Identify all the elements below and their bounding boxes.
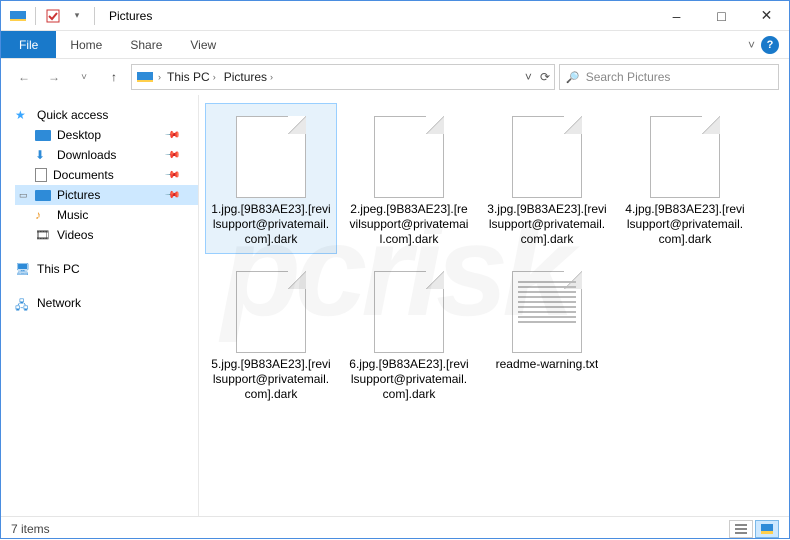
pin-icon: 📌 [163,147,180,164]
quick-access-header[interactable]: ★ Quick access [15,105,198,125]
crumb-sep-icon[interactable]: › [158,72,161,82]
view-details-button[interactable] [729,520,753,538]
file-name: 5.jpg.[9B83AE23].[revilsupport@privatema… [210,357,332,402]
separator [35,7,36,25]
address-bar[interactable]: › This PC › Pictures › ˅ ⟳ [131,64,555,90]
pin-icon: 📌 [163,167,180,184]
up-button[interactable]: ↑ [101,64,127,90]
search-placeholder: Search Pictures [586,70,671,84]
view-thumbnails-button[interactable] [755,520,779,538]
pin-icon: 📌 [163,187,180,204]
generic-file-icon [646,110,724,198]
titlebar: ▾ Pictures – □ ✕ [1,1,789,31]
maximize-button[interactable]: □ [699,1,744,31]
chevron-right-icon: › [213,72,216,82]
sidebar-item-network[interactable]: 🖧 Network [15,293,198,313]
window-title: Pictures [109,9,152,23]
tab-view[interactable]: View [176,31,230,58]
tab-home[interactable]: Home [56,31,116,58]
sidebar-item-label: This PC [37,262,80,276]
tab-share[interactable]: Share [116,31,176,58]
sidebar-item-downloads[interactable]: ⬇ Downloads 📌 [15,145,198,165]
content-pane[interactable]: 1.jpg.[9B83AE23].[revilsupport@privatema… [199,95,789,516]
sidebar-item-documents[interactable]: Documents 📌 [15,165,198,185]
status-bar: 7 items [1,516,789,540]
qat: ▾ Pictures [1,7,152,25]
pictures-icon [35,190,51,201]
sidebar-item-label: Music [57,208,88,222]
network-icon: 🖧 [15,296,31,310]
properties-icon[interactable] [44,7,62,25]
refresh-icon[interactable]: ⟳ [540,70,550,84]
generic-file-icon [232,110,310,198]
sidebar-item-label: Documents [53,168,114,182]
generic-file-icon [370,265,448,353]
pin-icon: 📌 [163,127,180,144]
generic-file-icon [370,110,448,198]
file-item[interactable]: 2.jpeg.[9B83AE23].[revilsupport@privatem… [343,103,475,254]
sidebar-item-label: Downloads [57,148,116,162]
crumb-this-pc[interactable]: This PC › [165,70,218,84]
file-item[interactable]: readme-warning.txt [481,258,613,409]
body: ★ Quick access Desktop 📌 ⬇ Downloads 📌 D… [1,95,789,516]
item-count: 7 items [11,522,50,536]
sidebar-item-label: Network [37,296,81,310]
location-icon [136,68,154,86]
sidebar-item-music[interactable]: ♪ Music [15,205,198,225]
forward-button[interactable]: → [41,64,67,90]
quick-access-label: Quick access [37,108,108,122]
file-name: 1.jpg.[9B83AE23].[revilsupport@privatema… [210,202,332,247]
file-name: readme-warning.txt [496,357,599,372]
file-item[interactable]: 5.jpg.[9B83AE23].[revilsupport@privatema… [205,258,337,409]
chevron-right-icon: ▭ [19,190,28,201]
star-icon: ★ [15,108,31,122]
sidebar-item-desktop[interactable]: Desktop 📌 [15,125,198,145]
sidebar-item-this-pc[interactable]: 🖥 This PC [15,259,198,279]
window-controls: – □ ✕ [654,1,789,31]
file-name: 3.jpg.[9B83AE23].[revilsupport@privatema… [486,202,608,247]
qat-dropdown-icon[interactable]: ▾ [68,7,86,25]
desktop-icon [35,130,51,141]
generic-file-icon [232,265,310,353]
file-item[interactable]: 1.jpg.[9B83AE23].[revilsupport@privatema… [205,103,337,254]
back-button[interactable]: ← [11,64,37,90]
ribbon-expand-icon[interactable]: ˅ [748,38,755,52]
crumb-label: This PC [167,70,210,84]
file-tab[interactable]: File [1,31,56,58]
sidebar-item-videos[interactable]: 🎞 Videos [15,225,198,245]
file-name: 4.jpg.[9B83AE23].[revilsupport@privatema… [624,202,746,247]
search-icon: 🔍 [566,71,580,84]
address-dropdown-icon[interactable]: ˅ [525,70,532,84]
nav-row: ← → ˅ ↑ › This PC › Pictures › ˅ ⟳ 🔍 Sea… [1,59,789,95]
sidebar-item-label: Desktop [57,128,101,142]
file-name: 2.jpeg.[9B83AE23].[revilsupport@privatem… [348,202,470,247]
file-item[interactable]: 3.jpg.[9B83AE23].[revilsupport@privatema… [481,103,613,254]
file-name: 6.jpg.[9B83AE23].[revilsupport@privatema… [348,357,470,402]
search-input[interactable]: 🔍 Search Pictures [559,64,779,90]
chevron-right-icon: › [270,72,273,82]
minimize-button[interactable]: – [654,1,699,31]
crumb-label: Pictures [224,70,267,84]
pc-icon: 🖥 [15,262,31,276]
ribbon: File Home Share View ˅ ? [1,31,789,59]
text-file-icon [508,265,586,353]
sidebar-item-pictures[interactable]: ▭ Pictures 📌 [15,185,198,205]
recent-button[interactable]: ˅ [71,64,97,90]
close-button[interactable]: ✕ [744,1,789,31]
nav-pane: ★ Quick access Desktop 📌 ⬇ Downloads 📌 D… [1,95,199,516]
crumb-pictures[interactable]: Pictures › [222,70,275,84]
file-item[interactable]: 4.jpg.[9B83AE23].[revilsupport@privatema… [619,103,751,254]
downloads-icon: ⬇ [35,148,51,162]
explorer-icon [9,7,27,25]
music-icon: ♪ [35,208,51,222]
videos-icon: 🎞 [35,228,51,242]
sidebar-item-label: Videos [57,228,93,242]
sidebar-item-label: Pictures [57,188,100,202]
file-grid: 1.jpg.[9B83AE23].[revilsupport@privatema… [205,103,783,409]
help-button[interactable]: ? [761,36,779,54]
separator [94,7,95,25]
generic-file-icon [508,110,586,198]
documents-icon [35,168,47,182]
file-item[interactable]: 6.jpg.[9B83AE23].[revilsupport@privatema… [343,258,475,409]
